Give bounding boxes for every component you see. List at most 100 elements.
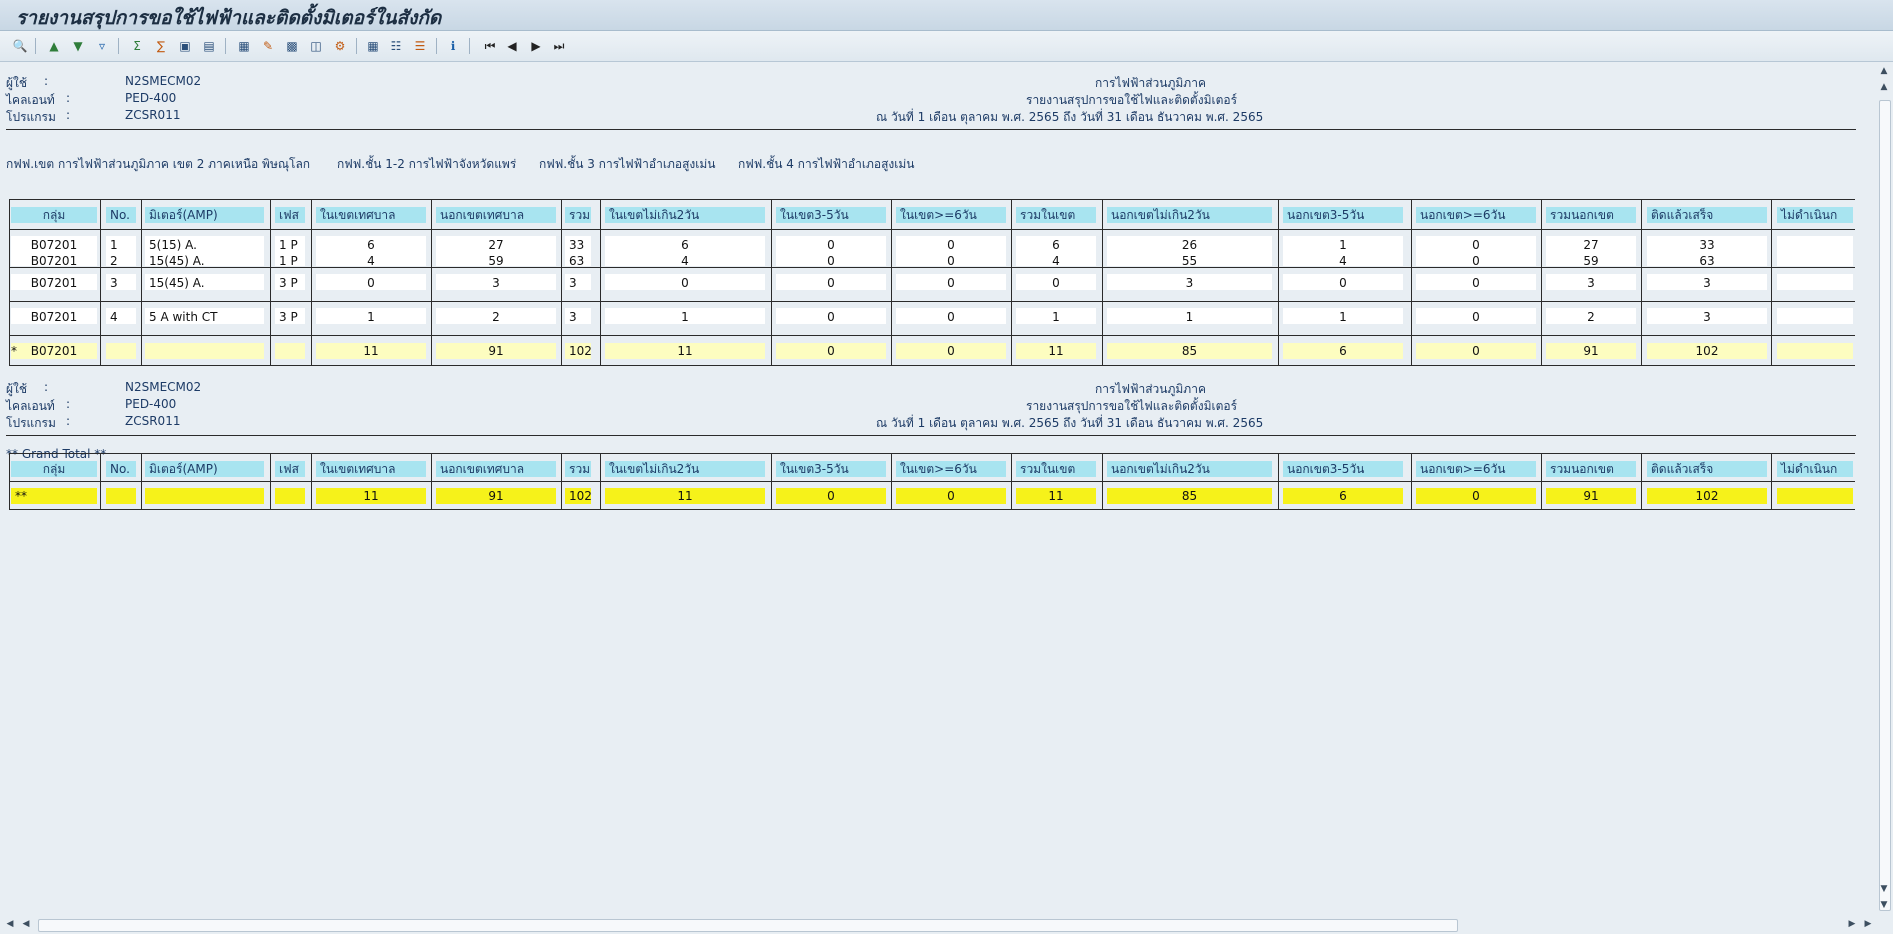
- toolbar-separator: [118, 38, 119, 54]
- scroll-down-icon[interactable]: ▼: [1878, 884, 1890, 896]
- column-divider: [9, 199, 10, 365]
- scroll-up-icon[interactable]: ▲: [1878, 82, 1890, 94]
- column-header-col-in-6days[interactable]: ในเขต>=6วัน: [896, 461, 1006, 477]
- subtotal-cell-col-no: [106, 343, 136, 359]
- column-header-col-phase[interactable]: เฟส: [275, 207, 305, 223]
- change-layout-icon[interactable]: ⚙: [331, 37, 349, 55]
- filter-icon[interactable]: ▿: [93, 37, 111, 55]
- column-divider: [1641, 453, 1642, 509]
- table-cell-col-phase: 3 P: [279, 310, 298, 324]
- total-icon[interactable]: Σ: [128, 37, 146, 55]
- column-header-col-in-total[interactable]: รวมในเขต: [1016, 461, 1096, 477]
- next-page-icon[interactable]: ▶: [527, 37, 545, 55]
- column-divider: [1102, 453, 1103, 509]
- table-cell-col-in-6days: 0: [947, 276, 955, 290]
- table-cell-col-out-municipal: 27: [488, 238, 504, 252]
- column-header-col-not-done[interactable]: ไม่ดำเนินก: [1777, 207, 1853, 223]
- spreadsheet-icon[interactable]: ◫: [307, 37, 325, 55]
- table-cell-col-in-total: 6: [1052, 238, 1060, 252]
- column-divider: [270, 199, 271, 365]
- save-layout-icon[interactable]: ☷: [387, 37, 405, 55]
- column-header-col-no[interactable]: No.: [106, 461, 136, 477]
- scroll-thumb[interactable]: [38, 919, 1458, 932]
- scroll-right-icon[interactable]: ▶: [1862, 919, 1874, 931]
- subtotal-cell-col-out-total: 91: [1546, 343, 1636, 359]
- scroll-up-icon[interactable]: ▲: [1878, 66, 1890, 78]
- program-value: ZCSR011: [125, 108, 181, 122]
- scroll-left-icon[interactable]: ◀: [20, 919, 32, 931]
- vertical-scrollbar[interactable]: ▲ ▲ ▼ ▼: [1875, 62, 1893, 917]
- grand-total-cell-col-not-done: [1777, 488, 1853, 504]
- breadcrumb-region: กฟฟ.เขต การไฟฟ้าส่วนภูมิภาค เขต 2 ภาคเหน…: [6, 157, 311, 171]
- column-header-col-out-6days[interactable]: นอกเขต>=6วัน: [1416, 207, 1536, 223]
- column-header-col-group[interactable]: กลุ่ม: [11, 461, 97, 477]
- column-divider: [1011, 199, 1012, 365]
- subtotal-cell-col-out-3-5days: 6: [1283, 343, 1403, 359]
- column-header-col-phase[interactable]: เฟส: [275, 461, 305, 477]
- subtotal-marker: *: [11, 344, 17, 358]
- column-header-col-in-3-5days[interactable]: ในเขต3-5วัน: [776, 461, 886, 477]
- column-divider: [1102, 199, 1103, 365]
- scroll-right-icon[interactable]: ▶: [1846, 919, 1858, 931]
- table-cell-col-not-done: [1777, 237, 1853, 253]
- word-processing-icon[interactable]: ✎: [259, 37, 277, 55]
- table-cell-col-out-6days: 0: [1472, 276, 1480, 290]
- column-header-col-meter[interactable]: มิเตอร์(AMP): [145, 461, 264, 477]
- column-header-col-out-total[interactable]: รวมนอกเขต: [1546, 461, 1636, 477]
- export-icon[interactable]: ▤: [200, 37, 218, 55]
- information-icon[interactable]: ☰: [411, 37, 429, 55]
- column-header-col-total[interactable]: รวม: [565, 461, 591, 477]
- breadcrumb-province: กฟฟ.ชั้น 1-2 การไฟฟ้าจังหวัดแพร่: [337, 157, 517, 171]
- previous-page-icon[interactable]: ◀: [503, 37, 521, 55]
- column-header-col-in-2days[interactable]: ในเขตไม่เกิน2วัน: [605, 207, 765, 223]
- sort-ascending-icon[interactable]: ▲: [45, 37, 63, 55]
- horizontal-scrollbar[interactable]: ◀ ◀ ▶ ▶: [0, 917, 1893, 934]
- scroll-thumb[interactable]: [1879, 100, 1891, 911]
- table-cell-col-out-2days: 1: [1185, 310, 1194, 324]
- column-header-col-in-municipal[interactable]: ในเขตเทศบาล: [316, 461, 426, 477]
- table-cell-col-in-municipal: 1: [367, 310, 375, 324]
- graphic-icon[interactable]: ▦: [235, 37, 253, 55]
- column-header-col-out-total[interactable]: รวมนอกเขต: [1546, 207, 1636, 223]
- user-value: N2SMECM02: [125, 74, 202, 88]
- column-header-col-out-2days[interactable]: นอกเขตไม่เกิน2วัน: [1107, 461, 1272, 477]
- subtotal-icon[interactable]: ∑: [152, 37, 170, 55]
- column-header-col-completed[interactable]: ติดแล้วเสร็จ: [1647, 207, 1767, 223]
- column-header-col-in-total[interactable]: รวมในเขต: [1016, 207, 1096, 223]
- row-divider: [9, 267, 1855, 268]
- column-header-col-in-municipal[interactable]: ในเขตเทศบาล: [316, 207, 426, 223]
- table-cell-col-out-6days: 0: [1472, 310, 1480, 324]
- last-page-icon[interactable]: ⏭: [550, 37, 568, 55]
- first-page-icon[interactable]: ⏮: [481, 37, 499, 55]
- table-cell-col-in-6days: 0: [947, 310, 955, 324]
- information-icon[interactable]: ℹ: [444, 37, 462, 55]
- column-header-col-out-3-5days[interactable]: นอกเขต3-5วัน: [1283, 461, 1403, 477]
- window-title: รายงานสรุปการขอใช้ไฟฟ้าและติดตั้งมิเตอร์…: [16, 7, 442, 29]
- column-header-col-out-municipal[interactable]: นอกเขตเทศบาล: [436, 461, 556, 477]
- scroll-left-icon[interactable]: ◀: [4, 919, 16, 931]
- subtotal-cell-col-group: B07201: [11, 343, 97, 359]
- select-layout-icon[interactable]: ▦: [364, 37, 382, 55]
- column-header-col-not-done[interactable]: ไม่ดำเนินก: [1777, 461, 1853, 477]
- column-header-col-in-3-5days[interactable]: ในเขต3-5วัน: [776, 207, 886, 223]
- client-colon: :: [66, 91, 71, 105]
- print-preview-icon[interactable]: ▣: [176, 37, 194, 55]
- column-header-col-out-3-5days[interactable]: นอกเขต3-5วัน: [1283, 207, 1403, 223]
- column-header-col-in-2days[interactable]: ในเขตไม่เกิน2วัน: [605, 461, 765, 477]
- scroll-down-icon[interactable]: ▼: [1878, 900, 1890, 912]
- column-header-col-out-2days[interactable]: นอกเขตไม่เกิน2วัน: [1107, 207, 1272, 223]
- column-header-col-in-6days[interactable]: ในเขต>=6วัน: [896, 207, 1006, 223]
- column-header-col-out-6days[interactable]: นอกเขต>=6วัน: [1416, 461, 1536, 477]
- column-header-col-total[interactable]: รวม: [565, 207, 591, 223]
- column-divider: [100, 453, 101, 509]
- detail-icon[interactable]: 🔍: [11, 37, 29, 55]
- column-header-col-completed[interactable]: ติดแล้วเสร็จ: [1647, 461, 1767, 477]
- sort-descending-icon[interactable]: ▼: [69, 37, 87, 55]
- local-file-icon[interactable]: ▩: [283, 37, 301, 55]
- column-header-col-out-municipal[interactable]: นอกเขตเทศบาล: [436, 207, 556, 223]
- column-header-col-no[interactable]: No.: [106, 207, 136, 223]
- column-header-col-meter[interactable]: มิเตอร์(AMP): [145, 207, 264, 223]
- column-header-col-group[interactable]: กลุ่ม: [11, 207, 97, 223]
- table-cell-col-out-3-5days: 1: [1339, 238, 1347, 252]
- table-cell-col-total: 3: [569, 310, 577, 324]
